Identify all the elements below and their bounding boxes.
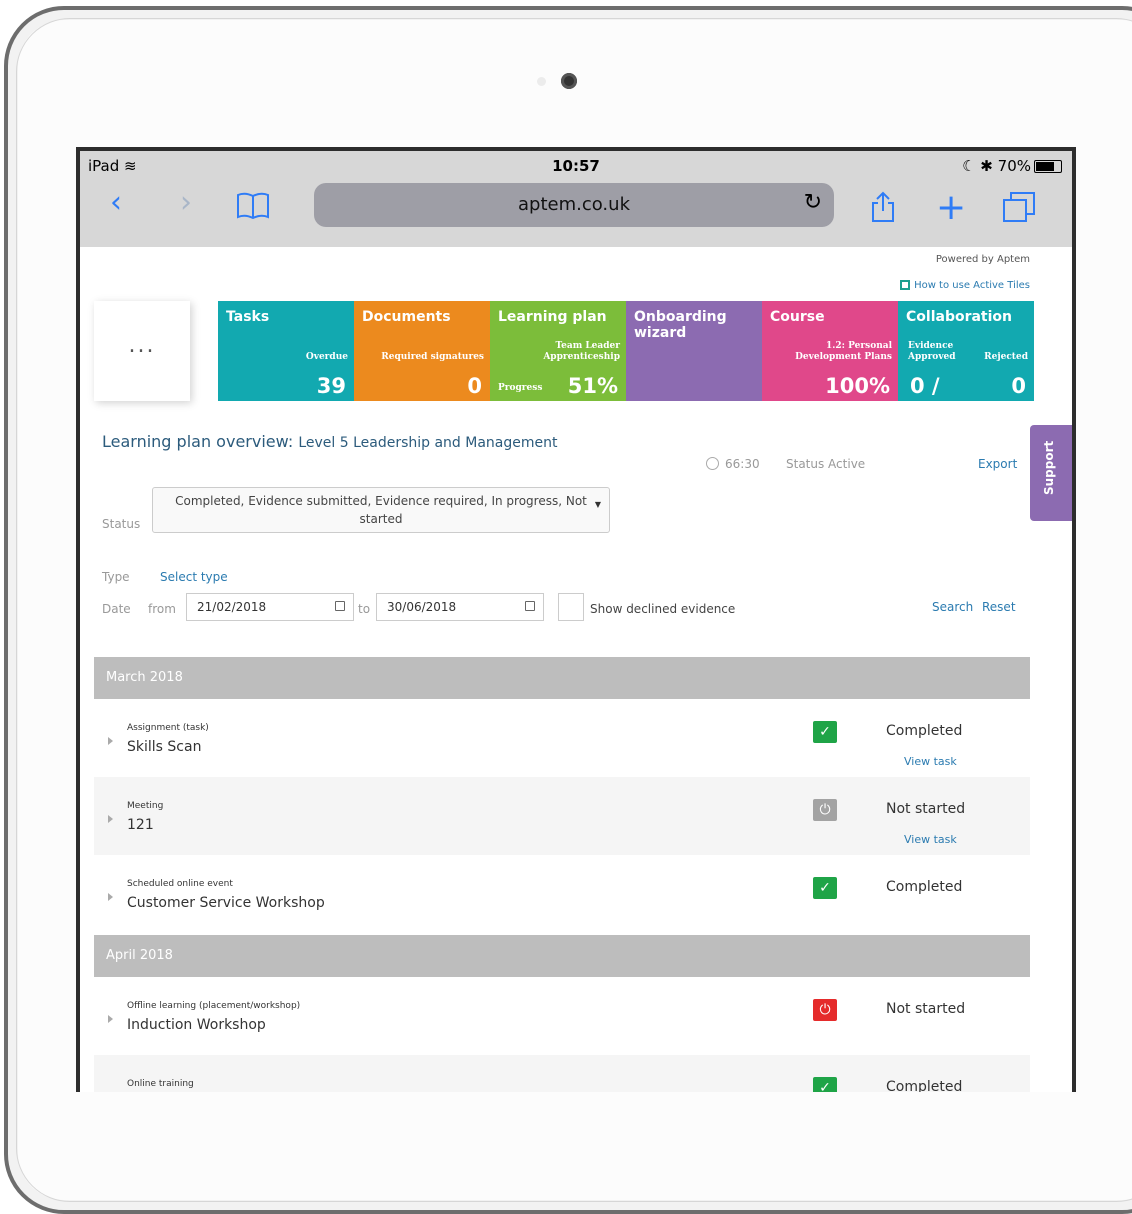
time-spent: 66:30 [706,457,760,471]
caret-down-icon: ▼ [594,500,601,509]
list-item[interactable]: Online training ✓ Completed [94,1055,1030,1092]
status-text: Status Active [786,457,866,471]
view-task-link[interactable]: View task [904,755,957,768]
to-label: to [358,602,371,616]
browser-chrome: iPad ≋ 10:57 ☾ ✱ 70% ‹ › aptem.co.uk ↻ + [80,151,1072,247]
how-to-link[interactable]: How to use Active Tiles [900,280,1030,291]
to-date-input[interactable]: 30/06/2018 [376,593,544,621]
camera-lens [561,73,577,89]
expand-icon[interactable] [108,815,113,823]
from-date-input[interactable]: 21/02/2018 [186,593,354,621]
page-title: Learning plan overview: Level 5 Leadersh… [102,432,558,451]
calendar-icon[interactable] [525,601,535,611]
new-tab-icon[interactable]: + [936,187,966,228]
power-icon: ⏻ [813,799,837,821]
active-tiles: Tasks Overdue 39 Documents Required sign… [218,301,1034,401]
reload-icon[interactable]: ↻ [804,190,822,215]
tile-collaboration[interactable]: Collaboration Evidence Approved Rejected… [898,301,1034,401]
from-label: from [148,602,176,616]
bookmarks-icon[interactable] [236,191,270,227]
powered-by: Powered by Aptem [935,254,1030,265]
film-icon [900,280,911,290]
battery-percent: 70% [997,157,1031,175]
status-bar: iPad ≋ 10:57 ☾ ✱ 70% [80,155,1072,177]
expand-icon[interactable] [108,1015,113,1023]
check-icon: ✓ [813,877,837,899]
back-icon[interactable]: ‹ [110,185,122,220]
address-bar[interactable]: aptem.co.uk ↻ [314,183,834,227]
clock-icon [706,457,719,470]
expand-icon[interactable] [108,737,113,745]
reset-link[interactable]: Reset [982,600,1016,614]
list-item[interactable]: Meeting 121 ⏻ Not started View task [94,777,1030,855]
declined-evidence-checkbox[interactable] [558,593,584,621]
export-link[interactable]: Export [978,457,1017,471]
screen: iPad ≋ 10:57 ☾ ✱ 70% ‹ › aptem.co.uk ↻ +… [76,147,1076,1092]
moon-icon: ☾ [962,157,976,175]
programme-name: Level 5 Leadership and Management [298,435,558,451]
sensor-dot [537,77,546,86]
tile-documents[interactable]: Documents Required signatures 0 [354,301,490,401]
status-label: Status [102,517,141,531]
battery-icon [1034,160,1062,173]
tile-learning-plan[interactable]: Learning plan Team Leader Apprenticeship… [490,301,626,401]
power-icon: ⏻ [813,999,837,1021]
support-tab[interactable]: Support [1030,425,1072,521]
month-header: April 2018 [94,935,1030,977]
tile-course[interactable]: Course 1.2: Personal Development Plans 1… [762,301,898,401]
list-item[interactable]: Offline learning (placement/workshop) In… [94,977,1030,1055]
bluetooth-icon: ✱ [980,157,993,175]
share-icon[interactable] [870,191,896,231]
url-text: aptem.co.uk [518,194,630,215]
more-tile[interactable]: ... [94,301,190,401]
tile-onboarding-wizard[interactable]: Onboarding wizard [626,301,762,401]
check-icon: ✓ [813,1077,837,1092]
forward-icon[interactable]: › [180,185,192,220]
date-label: Date [102,602,131,616]
status-select[interactable]: Completed, Evidence submitted, Evidence … [152,487,610,533]
declined-evidence-label: Show declined evidence [590,602,736,616]
type-label: Type [102,570,130,584]
search-link[interactable]: Search [932,600,973,614]
type-select[interactable]: Select type [160,570,228,584]
view-task-link[interactable]: View task [904,833,957,846]
month-header: March 2018 [94,657,1030,699]
calendar-icon[interactable] [335,601,345,611]
tabs-icon[interactable] [1002,191,1036,231]
check-icon: ✓ [813,721,837,743]
list-item[interactable]: Scheduled online event Customer Service … [94,855,1030,933]
clock: 10:57 [552,157,600,175]
expand-icon[interactable] [108,893,113,901]
tile-tasks[interactable]: Tasks Overdue 39 [218,301,354,401]
list-item[interactable]: Assignment (task) Skills Scan ✓ Complete… [94,699,1030,777]
